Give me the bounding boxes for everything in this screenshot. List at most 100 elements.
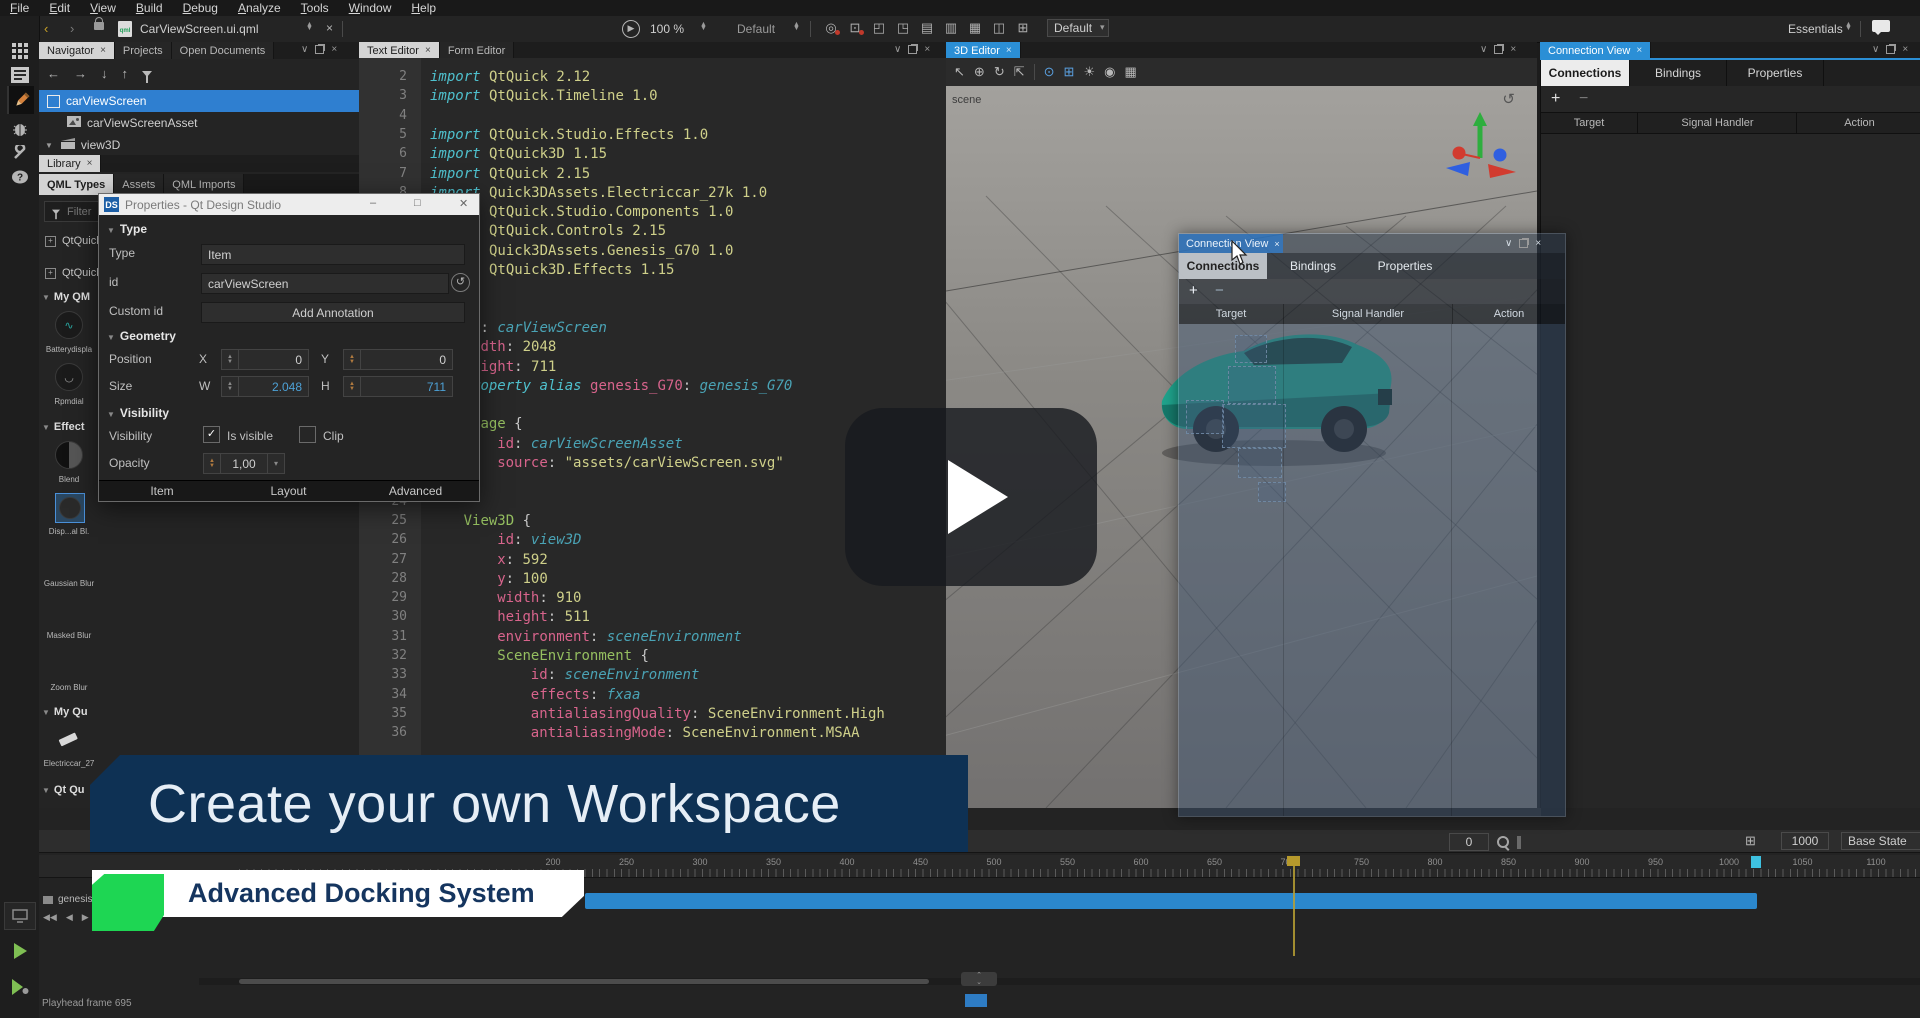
snap-toggle-icon[interactable]: ⊙ <box>1044 64 1055 80</box>
blend-circle-icon[interactable] <box>55 441 83 469</box>
perspective-selector[interactable]: Essentials <box>1788 22 1843 36</box>
dialog-titlebar[interactable]: DS Properties - Qt Design Studio – □ ✕ <box>99 194 479 215</box>
opacity-spinbox[interactable]: ▲▼ 1,00 ▾ <box>203 453 285 474</box>
fit-timeline-icon[interactable]: ⊞ <box>1745 833 1756 849</box>
code-line[interactable]: import QtQuick.Timeline 1.0 <box>430 88 658 104</box>
pane-dropdown-icon[interactable]: ∨ <box>894 44 901 55</box>
code-line[interactable]: property alias genesis_G70: genesis_G70 <box>464 378 793 394</box>
remove-connection-button[interactable]: − <box>1579 90 1588 108</box>
timeline-track-bar[interactable] <box>585 893 1757 909</box>
menu-window[interactable]: Window <box>339 1 402 15</box>
to-start-icon[interactable]: ◀◀ <box>43 912 57 923</box>
add-annotation-button[interactable]: Add Annotation <box>201 302 465 323</box>
menu-tools[interactable]: Tools <box>291 1 339 15</box>
axis-gizmo[interactable] <box>1440 110 1524 190</box>
table-icon[interactable]: ⊞ <box>1012 20 1034 36</box>
opacity-dropdown-icon[interactable]: ▾ <box>267 454 284 473</box>
forward-icon[interactable]: › <box>70 21 74 36</box>
zoom-magnifier-icon[interactable] <box>1497 836 1509 848</box>
column-action[interactable]: Action <box>1453 304 1565 324</box>
lock-icon[interactable] <box>94 17 104 33</box>
column-signal-handler[interactable]: Signal Handler <box>1284 304 1453 324</box>
minimize-button[interactable]: – <box>370 197 376 209</box>
grid-toggle-icon[interactable]: ▦ <box>1124 64 1136 80</box>
dial-circle-icon[interactable]: ◡ <box>55 363 83 391</box>
file-switcher-spinner[interactable]: ▲▼ <box>306 23 313 31</box>
style-spinner[interactable]: ▲▼ <box>793 23 800 31</box>
pane-dropdown-icon[interactable]: ∨ <box>1505 238 1512 249</box>
all-modes-grid-icon[interactable] <box>7 40 32 62</box>
code-line[interactable]: id: carViewScreen <box>464 320 607 336</box>
wave-circle-icon[interactable]: ∿ <box>55 311 83 339</box>
pane-float-icon[interactable] <box>908 45 917 54</box>
run-button[interactable] <box>7 940 32 962</box>
style-selector[interactable]: Default <box>737 22 775 36</box>
help-icon[interactable]: ? <box>7 166 32 188</box>
select-tool-icon[interactable]: ↖ <box>954 64 965 80</box>
remove-connection-button[interactable]: − <box>1215 282 1224 299</box>
tree-row-carviewscreenasset[interactable]: carViewScreenAsset <box>39 112 359 134</box>
debug-run-button[interactable] <box>7 976 32 998</box>
drop-icon[interactable] <box>55 545 83 573</box>
eraser-icon[interactable] <box>55 726 83 754</box>
zoom-slider-handle[interactable] <box>1517 836 1521 849</box>
merge-icon[interactable]: ◰ <box>868 20 890 36</box>
menu-help[interactable]: Help <box>401 1 446 15</box>
maximize-button[interactable]: □ <box>414 197 421 209</box>
code-line[interactable]: View3D { <box>464 513 531 529</box>
code-line[interactable]: import QtQuick 2.15 <box>430 166 590 182</box>
scene-node-label[interactable]: scene <box>952 94 981 106</box>
expander-icon[interactable]: ▼ <box>45 141 53 150</box>
perspective-spinner[interactable]: ▲▼ <box>1845 23 1852 31</box>
drop-icon[interactable] <box>55 597 83 625</box>
code-line[interactable]: id: carViewScreenAsset <box>497 436 682 452</box>
close-icon[interactable]: × <box>1274 239 1279 249</box>
code-line[interactable]: y: 100 <box>497 571 548 587</box>
expand-icon[interactable]: + <box>45 236 56 247</box>
stack-icon[interactable]: ◫ <box>988 20 1010 36</box>
add-connection-button[interactable]: + <box>1551 90 1560 108</box>
tab-navigator[interactable]: Navigator× <box>39 42 115 59</box>
run-preview-icon[interactable]: ▶ <box>622 20 640 38</box>
open-file-name[interactable]: CarViewScreen.ui.qml <box>140 22 259 36</box>
code-line[interactable]: SceneEnvironment { <box>497 648 649 664</box>
kit-selector[interactable] <box>4 902 36 930</box>
menu-view[interactable]: View <box>80 1 126 15</box>
timeline-zoom-field[interactable]: 0 <box>1449 833 1489 851</box>
end-marker[interactable] <box>1751 856 1761 868</box>
play-icon[interactable]: ▶ <box>82 912 89 923</box>
id-field[interactable]: carViewScreen <box>201 273 449 294</box>
properties-dialog[interactable]: DS Properties - Qt Design Studio – □ ✕ ▼… <box>98 193 480 502</box>
section-type[interactable]: ▼Type <box>107 222 147 236</box>
bounding-rect-icon[interactable]: ⊡ <box>844 20 866 36</box>
debug-mode-bug-icon[interactable] <box>7 118 32 140</box>
floating-connection-view[interactable]: Connection View× ∨ × Connections Binding… <box>1178 233 1566 817</box>
nav-left-icon[interactable]: ← <box>47 66 60 81</box>
feedback-bubble-icon[interactable] <box>1872 20 1890 35</box>
camera-icon[interactable]: ◉ <box>1104 64 1115 80</box>
tab-open-documents[interactable]: Open Documents <box>172 42 275 59</box>
code-line[interactable]: source: "assets/carViewScreen.svg" <box>497 455 784 471</box>
end-frame-field[interactable]: 1000 <box>1781 832 1829 850</box>
video-play-button[interactable] <box>845 408 1097 586</box>
column-target[interactable]: Target <box>1179 304 1284 324</box>
code-line[interactable]: x: 592 <box>497 552 548 568</box>
floating-panel-body[interactable] <box>1179 324 1565 816</box>
design-mode-pencil-icon[interactable] <box>7 86 34 114</box>
pane-float-icon[interactable] <box>315 45 324 54</box>
menu-analyze[interactable]: Analyze <box>228 1 291 15</box>
x-spinbox[interactable]: ▲▼0 <box>221 349 309 370</box>
subtab-connections[interactable]: Connections <box>1541 60 1630 86</box>
code-line[interactable]: import QtQuick 2.12 <box>430 69 590 85</box>
tab-3d-editor[interactable]: 3D Editor× <box>946 42 1021 59</box>
pane-float-icon[interactable] <box>1519 239 1528 248</box>
zoom-spinner[interactable]: ▲▼ <box>700 23 707 31</box>
zoom-level[interactable]: 100 % <box>650 22 684 36</box>
dialog-tab-layout[interactable]: Layout <box>225 480 352 501</box>
add-connection-button[interactable]: + <box>1189 282 1198 299</box>
column-view-icon[interactable]: ▥ <box>940 20 962 36</box>
timeline-scrollbar-track[interactable] <box>199 978 1920 985</box>
section-visibility[interactable]: ▼Visibility <box>107 406 169 420</box>
timeline-scrollbar-thumb[interactable] <box>239 979 929 984</box>
tab-form-editor[interactable]: Form Editor <box>440 42 514 59</box>
